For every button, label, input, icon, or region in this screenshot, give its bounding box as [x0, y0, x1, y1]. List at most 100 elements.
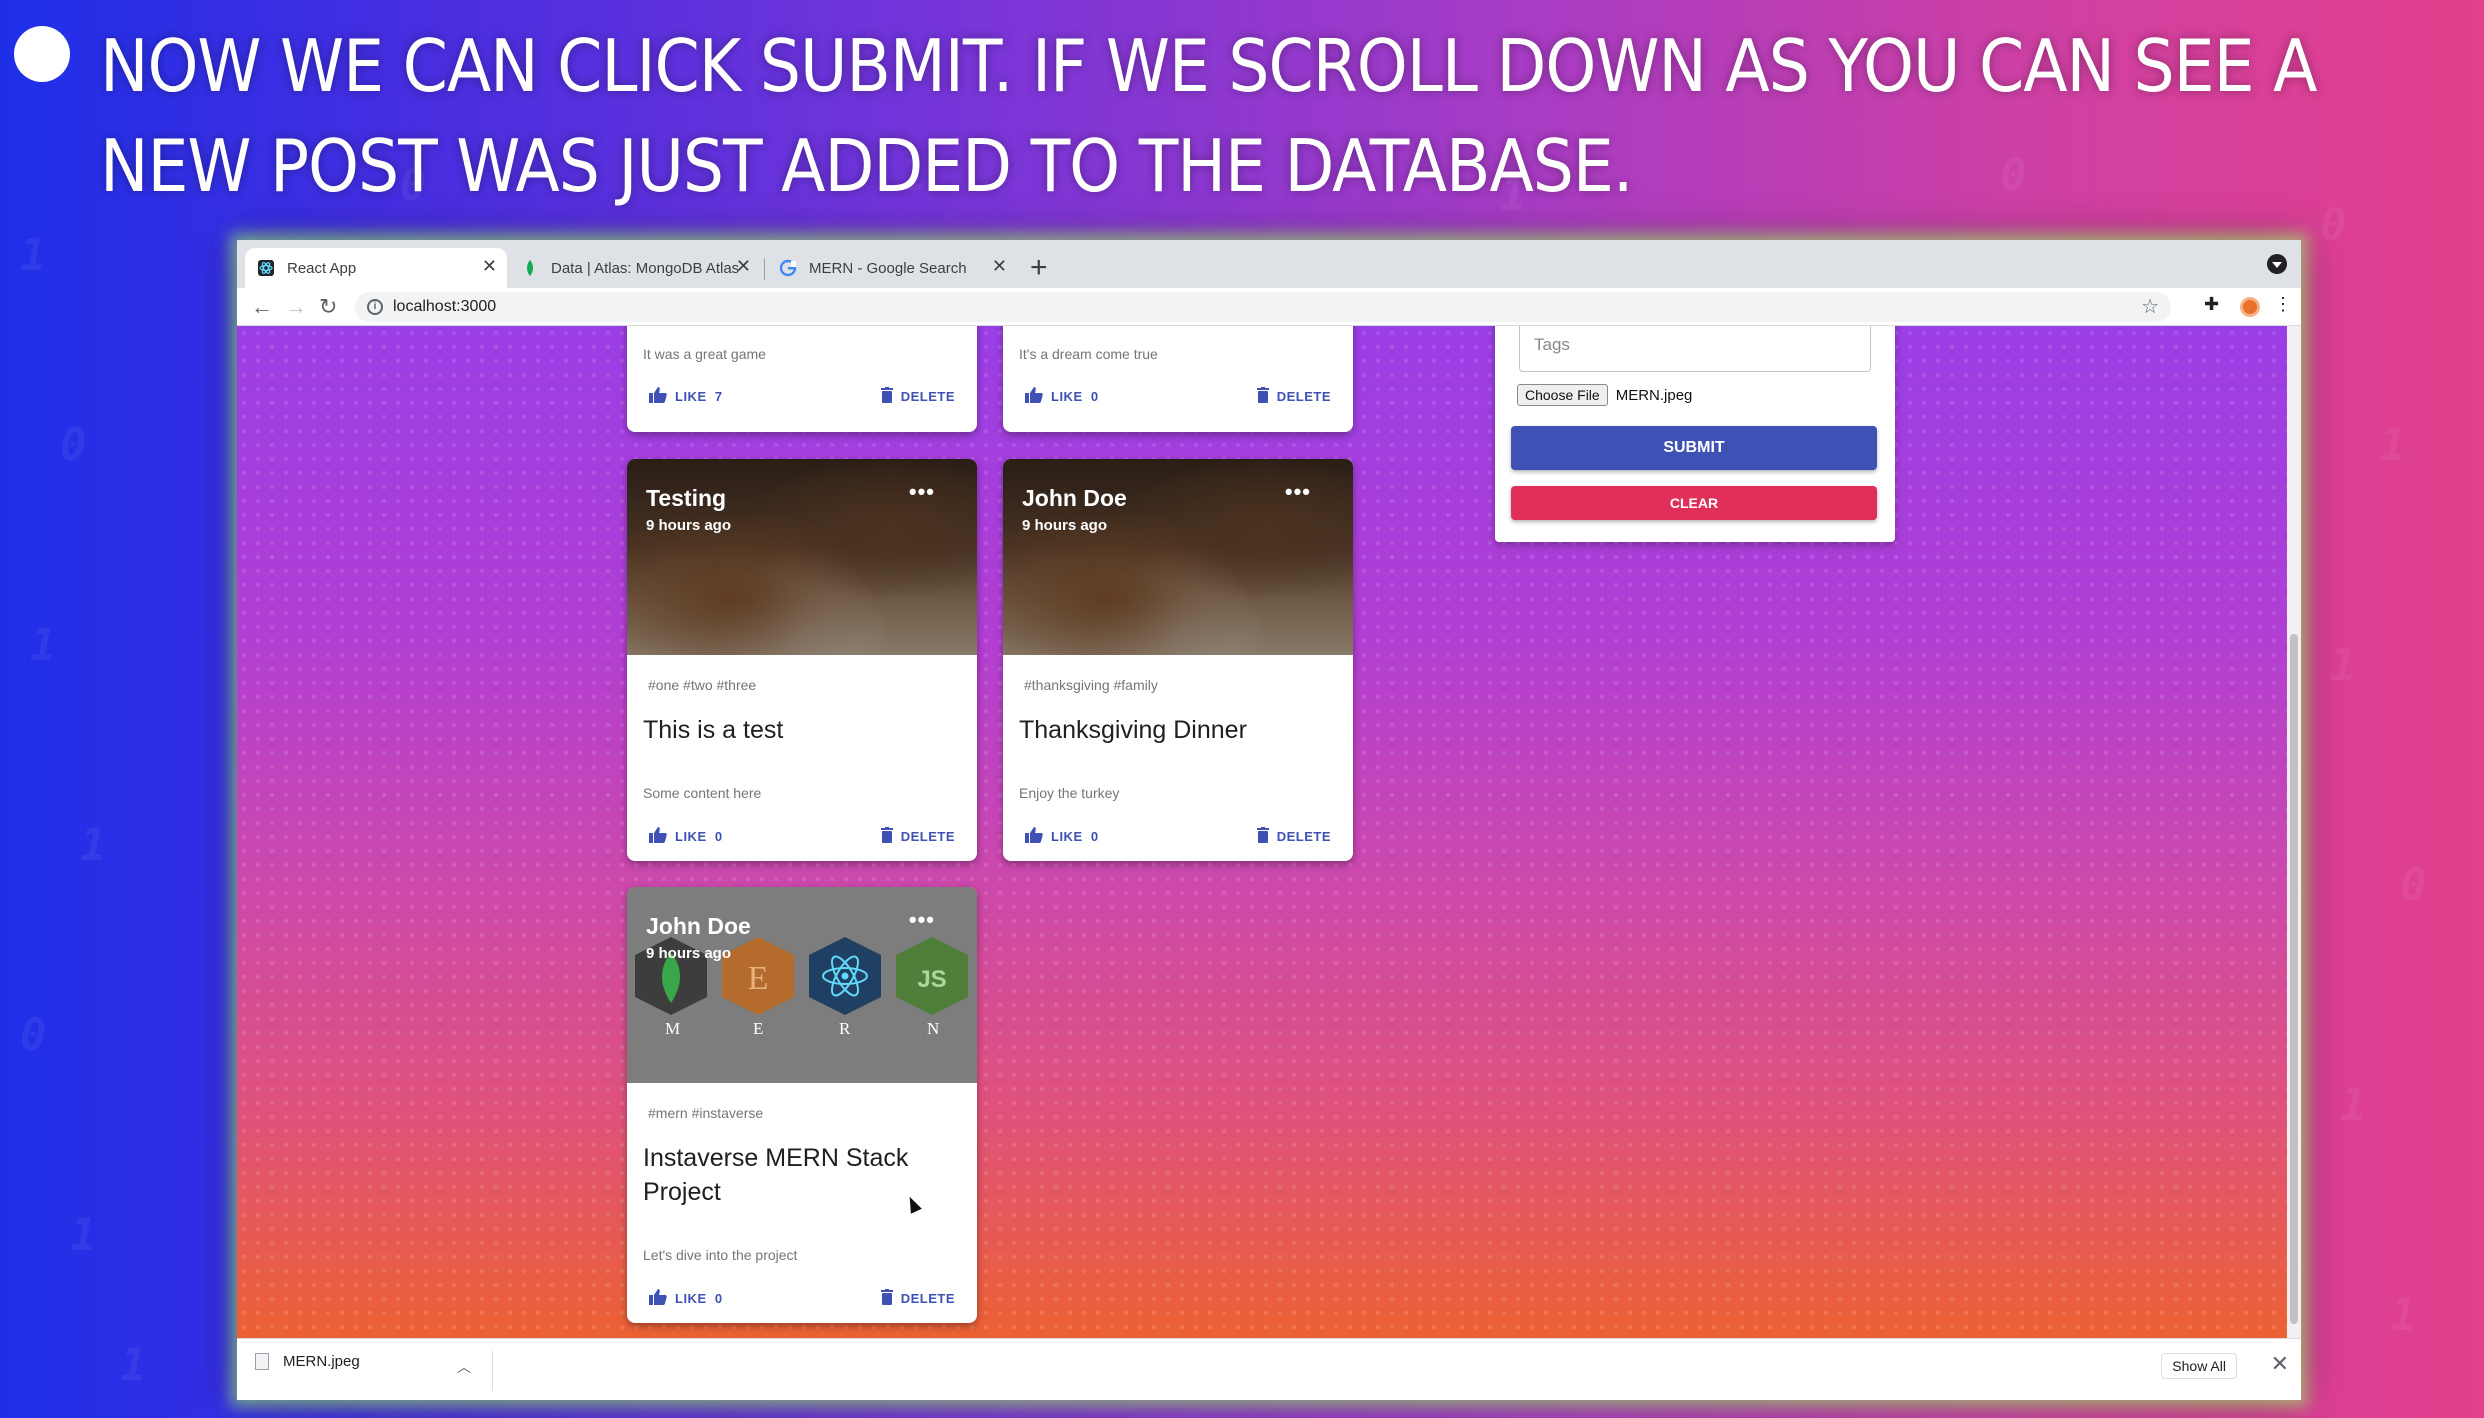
menu-kebab-icon[interactable]: ⋮: [2274, 294, 2292, 315]
trash-icon: [880, 827, 893, 846]
trash-icon: [1256, 827, 1269, 846]
post-creator: John Doe: [646, 913, 751, 939]
background-digit: 1: [2380, 420, 2407, 471]
address-bar[interactable]: i localhost:3000 ☆: [355, 292, 2171, 322]
delete-label: DELETE: [900, 389, 955, 404]
selected-file-name: MERN.jpeg: [1615, 386, 1693, 404]
delete-button[interactable]: DELETE: [880, 1289, 955, 1308]
background-digit: 1: [120, 1340, 147, 1391]
tab-mongodb-atlas[interactable]: Data | Atlas: MongoDB Atlas ✕: [509, 248, 761, 288]
choose-file-button[interactable]: Choose File: [1517, 384, 1608, 406]
like-button[interactable]: LIKE 7: [649, 387, 723, 406]
post-card: Testing 9 hours ago ••• #one #two #three…: [627, 459, 977, 861]
reload-icon[interactable]: ↻: [319, 292, 337, 322]
background-digit: 0: [2400, 860, 2427, 911]
post-card: It's a dream come true LIKE 0 DELETE: [1003, 326, 1353, 432]
more-horiz-icon[interactable]: •••: [1285, 479, 1311, 505]
post-tags: #mern #instaverse: [648, 1105, 764, 1121]
post-title: Thanksgiving Dinner: [1019, 716, 1247, 744]
file-input-row: Choose File MERN.jpeg: [1517, 384, 1692, 406]
like-count: 0: [1090, 389, 1099, 404]
tab-search-icon[interactable]: [2267, 254, 2287, 274]
delete-label: DELETE: [1276, 389, 1331, 404]
logo-letter-m: M: [665, 1019, 681, 1038]
more-horiz-icon[interactable]: •••: [909, 907, 935, 933]
tab-strip: React App ✕ Data | Atlas: MongoDB Atlas …: [237, 240, 2301, 288]
like-button[interactable]: LIKE 0: [649, 827, 723, 846]
post-tags: #thanksgiving #family: [1024, 677, 1158, 693]
chevron-up-icon[interactable]: ︿: [457, 1357, 471, 1377]
profile-avatar[interactable]: [2240, 297, 2260, 317]
caption-bullet-icon: [14, 26, 70, 82]
delete-button[interactable]: DELETE: [1256, 387, 1331, 406]
like-label: LIKE: [1051, 389, 1083, 404]
tab-label: Data | Atlas: MongoDB Atlas: [551, 259, 740, 277]
back-icon[interactable]: ←: [251, 292, 273, 322]
close-icon[interactable]: ✕: [736, 256, 751, 277]
delete-label: DELETE: [900, 829, 955, 844]
trash-icon: [1256, 387, 1269, 406]
clear-button[interactable]: CLEAR: [1511, 486, 1877, 520]
new-tab-icon[interactable]: +: [1030, 250, 1048, 286]
info-icon[interactable]: i: [367, 299, 383, 315]
background-digit: 1: [80, 820, 107, 871]
delete-button[interactable]: DELETE: [880, 827, 955, 846]
tab-google-search[interactable]: MERN - Google Search ✕: [767, 248, 1017, 288]
thumb-up-icon: [649, 387, 667, 406]
show-all-button[interactable]: Show All: [2161, 1353, 2237, 1379]
browser-toolbar: ← → ↻ i localhost:3000 ☆ ✚ ⋮: [237, 288, 2301, 326]
post-card: John Doe 9 hours ago ••• #thanksgiving #…: [1003, 459, 1353, 861]
google-icon: [779, 259, 797, 277]
background-digit: 1: [30, 620, 57, 671]
url-text: localhost:3000: [393, 298, 497, 315]
react-favicon-icon: [258, 260, 274, 276]
like-count: 0: [1090, 829, 1099, 844]
page-scrollbar[interactable]: [2287, 326, 2301, 1338]
background-digit: 1: [70, 1210, 97, 1261]
tab-react-app[interactable]: React App ✕: [245, 248, 507, 288]
download-bar: MERN.jpeg ︿ Show All ✕: [237, 1338, 2301, 1400]
post-image: E JS M E R N John Doe 9 hours ago •••: [627, 887, 977, 1083]
close-icon[interactable]: ✕: [482, 256, 497, 277]
mongodb-leaf-icon: [527, 260, 533, 276]
logo-letter-e: E: [753, 1019, 764, 1038]
bookmark-star-icon[interactable]: ☆: [2141, 294, 2159, 319]
post-message: Enjoy the turkey: [1019, 785, 1120, 801]
like-button[interactable]: LIKE 0: [1025, 827, 1099, 846]
background-digit: 0: [60, 420, 87, 471]
post-card-new: E JS M E R N John Doe 9 hours ago ••• #m…: [627, 887, 977, 1323]
thumb-up-icon: [1025, 827, 1043, 846]
download-file-name: MERN.jpeg: [283, 1353, 360, 1370]
post-tags: #one #two #three: [648, 677, 757, 693]
create-post-form: Tags Choose File MERN.jpeg SUBMIT CLEAR: [1495, 326, 1895, 542]
delete-button[interactable]: DELETE: [1256, 827, 1331, 846]
trash-icon: [880, 387, 893, 406]
video-caption: Now we can click submit. If we scroll do…: [14, 16, 2480, 216]
post-message: Some content here: [643, 785, 762, 801]
post-time: 9 hours ago: [646, 517, 732, 534]
like-label: LIKE: [675, 1291, 707, 1306]
like-button[interactable]: LIKE 0: [649, 1289, 723, 1308]
download-separator: [492, 1351, 493, 1391]
close-icon[interactable]: ✕: [2271, 1351, 2289, 1377]
background-digit: 1: [2340, 1080, 2367, 1131]
more-horiz-icon[interactable]: •••: [909, 479, 935, 505]
post-creator: Testing: [646, 485, 727, 511]
caption-text: Now we can click submit. If we scroll do…: [100, 24, 2317, 208]
submit-button[interactable]: SUBMIT: [1511, 426, 1877, 470]
scrollbar-thumb[interactable]: [2290, 634, 2298, 1324]
background-digit: 0: [20, 1010, 47, 1061]
delete-button[interactable]: DELETE: [880, 387, 955, 406]
close-icon[interactable]: ✕: [992, 256, 1007, 277]
like-label: LIKE: [675, 829, 707, 844]
thumb-up-icon: [649, 827, 667, 846]
like-count: 7: [714, 389, 723, 404]
like-button[interactable]: LIKE 0: [1025, 387, 1099, 406]
extensions-puzzle-icon[interactable]: ✚: [2204, 294, 2219, 315]
forward-icon[interactable]: →: [285, 292, 307, 322]
post-card: It was a great game LIKE 7 DELETE: [627, 326, 977, 432]
post-time: 9 hours ago: [1022, 517, 1108, 534]
svg-text:E: E: [748, 960, 769, 997]
download-item[interactable]: MERN.jpeg: [255, 1353, 360, 1370]
tags-input[interactable]: Tags: [1519, 326, 1871, 372]
